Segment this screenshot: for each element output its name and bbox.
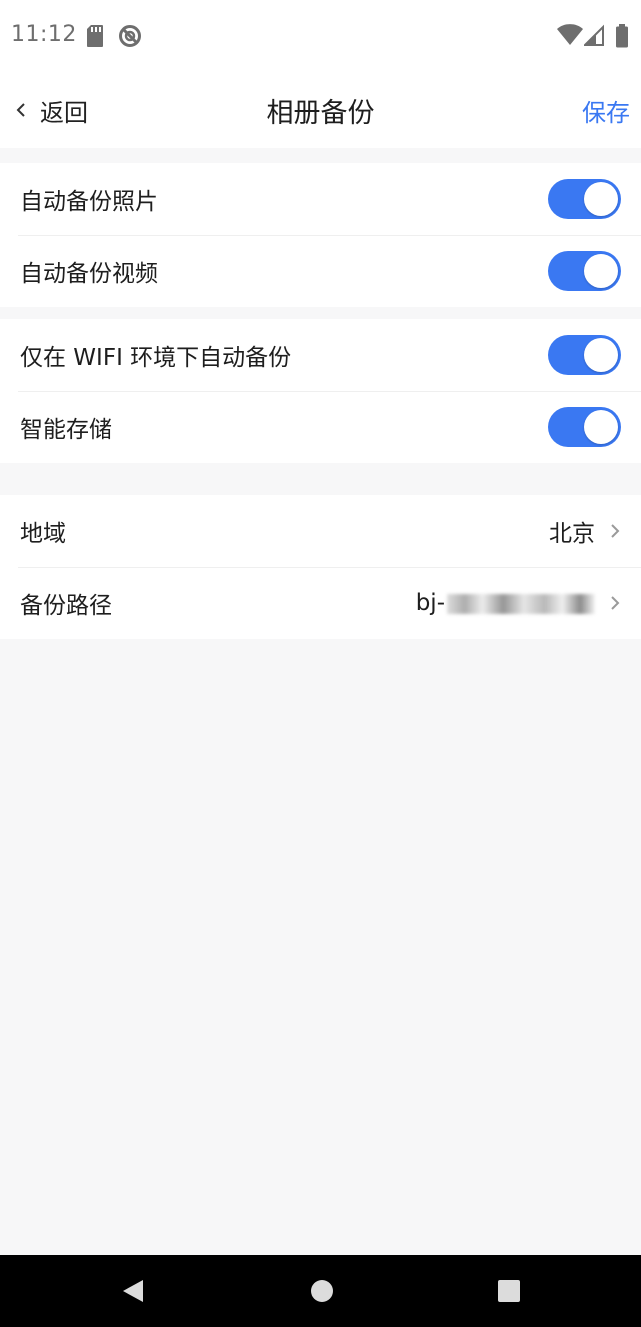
home-circle-icon[interactable] <box>310 1279 334 1303</box>
save-button[interactable]: 保存 <box>582 72 630 148</box>
battery-icon <box>616 24 628 48</box>
chevron-right-icon <box>611 524 620 538</box>
status-right-icons <box>557 24 633 48</box>
status-time: 11:12 <box>11 22 77 47</box>
chevron-left-icon <box>16 103 25 117</box>
setting-row-wifi-only: 仅在 WIFI 环境下自动备份 <box>0 319 641 391</box>
status-bar: 11:12 <box>0 0 641 72</box>
backup-conditions-group: 仅在 WIFI 环境下自动备份 智能存储 <box>0 319 641 463</box>
page-title: 相册备份 <box>266 97 375 129</box>
back-triangle-icon[interactable] <box>121 1279 145 1303</box>
setting-row-auto-backup-videos: 自动备份视频 <box>0 235 641 307</box>
backup-location-group: 地域 北京 备份路径 bj- <box>0 495 641 639</box>
back-label: 返回 <box>40 98 88 127</box>
region-value: 北京 <box>549 521 595 547</box>
toggle-knob <box>584 410 618 444</box>
wifi-icon <box>557 24 583 45</box>
backup-path-text: bj- <box>415 590 445 616</box>
setting-label: 仅在 WIFI 环境下自动备份 <box>20 345 292 371</box>
setting-row-region[interactable]: 地域 北京 <box>0 495 641 567</box>
setting-label: 自动备份照片 <box>20 189 158 215</box>
no-disturb-icon <box>119 25 141 47</box>
toggle-knob <box>584 338 618 372</box>
setting-label: 自动备份视频 <box>20 261 158 287</box>
auto-backup-photos-toggle[interactable] <box>548 179 621 219</box>
nav-bar: 返回 相册备份 保存 <box>0 72 641 148</box>
back-button[interactable]: 返回 <box>14 72 88 148</box>
recents-square-icon[interactable] <box>497 1279 521 1303</box>
redacted-path <box>447 593 595 614</box>
wifi-only-toggle[interactable] <box>548 335 621 375</box>
toggle-knob <box>584 254 618 288</box>
toggle-knob <box>584 182 618 216</box>
setting-label: 地域 <box>20 521 66 547</box>
cell-signal-icon <box>584 24 604 46</box>
android-nav-bar <box>0 1255 641 1327</box>
setting-row-backup-path[interactable]: 备份路径 bj- <box>0 567 641 639</box>
backup-path-value: bj- <box>416 590 595 616</box>
auto-backup-videos-toggle[interactable] <box>548 251 621 291</box>
setting-row-auto-backup-photos: 自动备份照片 <box>0 163 641 235</box>
sd-card-icon <box>87 25 103 47</box>
setting-row-smart-storage: 智能存储 <box>0 391 641 463</box>
chevron-right-icon <box>611 596 620 610</box>
setting-label: 备份路径 <box>20 593 112 619</box>
smart-storage-toggle[interactable] <box>548 407 621 447</box>
setting-label: 智能存储 <box>20 417 112 443</box>
backup-media-group: 自动备份照片 自动备份视频 <box>0 163 641 307</box>
